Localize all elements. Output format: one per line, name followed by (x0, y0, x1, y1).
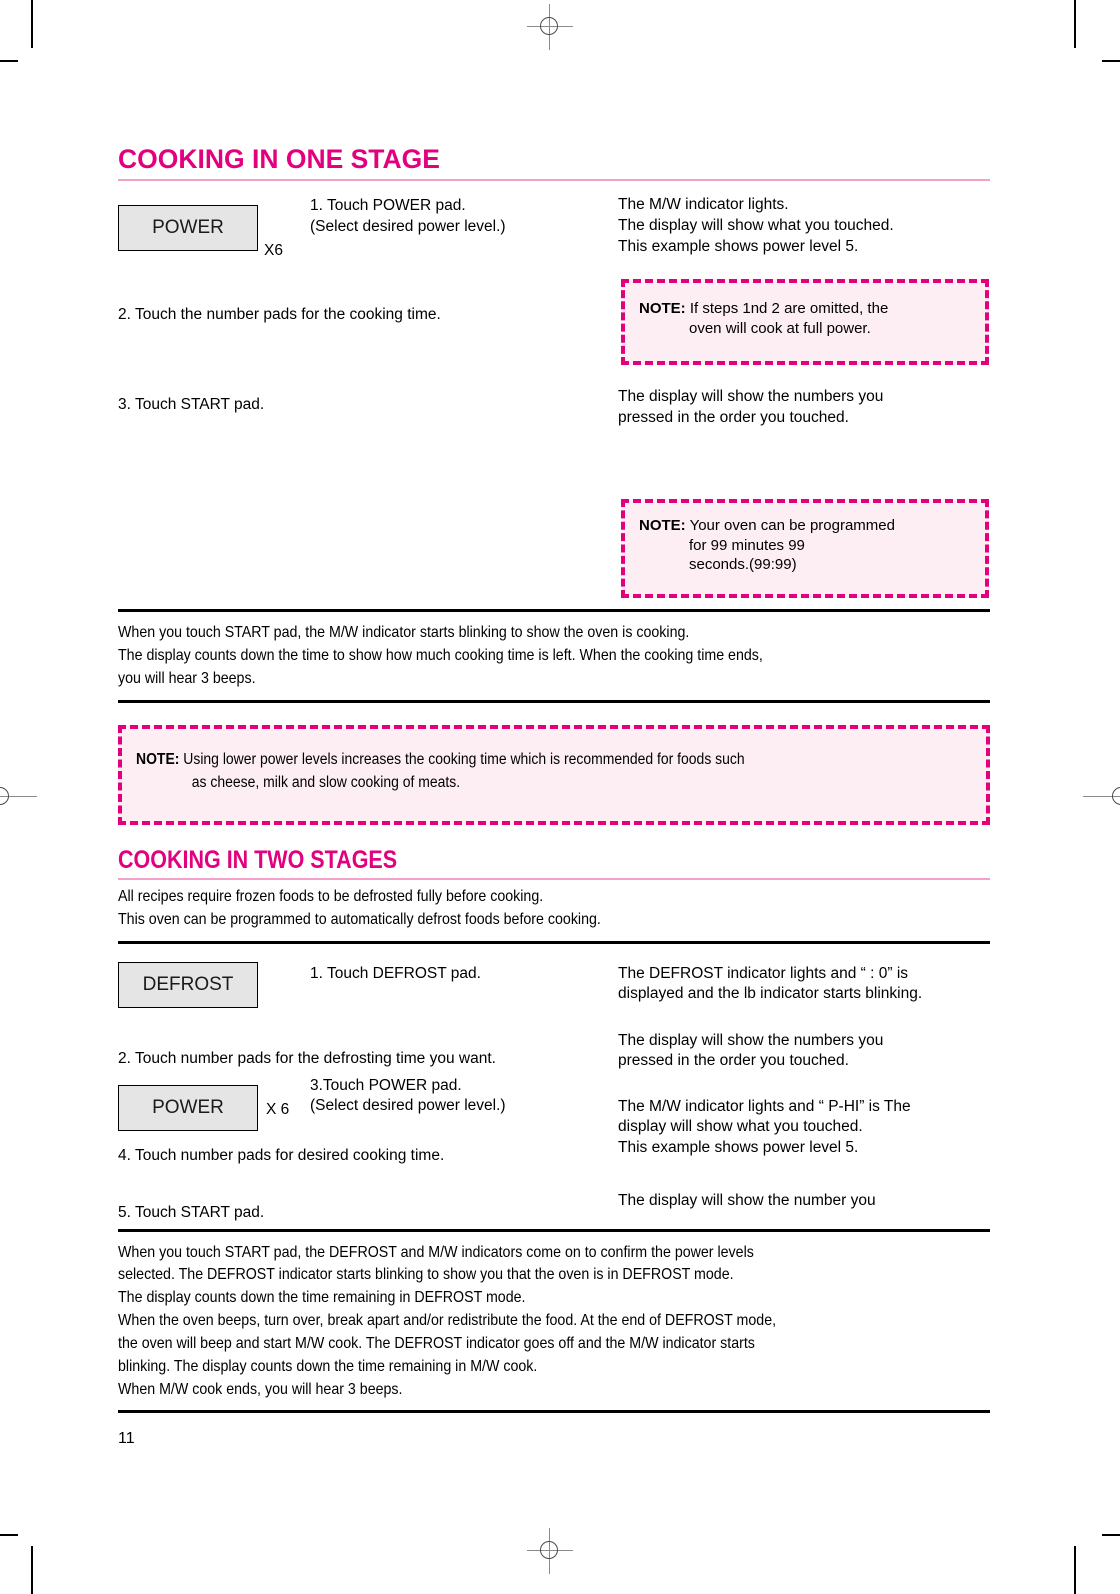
result-2-text-two: The display will show the numbers you pr… (618, 1031, 998, 1073)
result-1-text-one: The M/W indicator lights. The display wi… (618, 195, 993, 258)
note-3-label: NOTE: (136, 751, 180, 769)
section-two-heading: COOKING IN TWO STAGES (118, 846, 990, 880)
divider-above-summary-one (118, 608, 990, 612)
summary-two-line-6: blinking. The display counts down the ti… (118, 1357, 538, 1375)
intro-line-1: All recipes require frozen foods to be d… (118, 887, 544, 905)
result-1-two-line-2: displayed and the lb indicator starts bl… (618, 985, 923, 1003)
section-two-intro: All recipes require frozen foods to be d… (118, 886, 989, 932)
summary-one-line-3: you will hear 3 beeps. (118, 669, 256, 687)
summary-two-line-4: When the oven beeps, turn over, break ap… (118, 1312, 777, 1330)
note-3-line-2: as cheese, milk and slow cooking of meat… (191, 773, 461, 791)
result-1-line-1: The M/W indicator lights. (618, 195, 789, 213)
section-one-heading: COOKING IN ONE STAGE (118, 144, 990, 181)
power-pad-button-two[interactable]: POWER (118, 1084, 258, 1131)
result-2-text-one: The display will show the numbers you pr… (618, 387, 993, 429)
note-3-line-1: NOTE: Using lower power levels increases… (136, 749, 969, 771)
note-box-lower-power-levels: NOTE: Using lower power levels increases… (118, 725, 990, 826)
result-2-two-line-1: The display will show the numbers you (618, 1031, 884, 1049)
note-1-label: NOTE: (639, 299, 686, 317)
divider-above-steps-two (118, 940, 990, 944)
note-1-line-2: oven will cook at full power. (689, 319, 871, 337)
power-pad-label: POWER (118, 204, 258, 251)
registration-mark-left-middle (0, 774, 46, 820)
section-two-title: COOKING IN TWO STAGES (118, 846, 398, 875)
step-2-text-one: 2. Touch the number pads for the cooking… (118, 305, 441, 323)
divider-below-summary-one (118, 700, 990, 704)
crop-mark-bottom-left-vertical (31, 1546, 33, 1594)
result-4-text-two: The display will show the number you (618, 1191, 876, 1209)
step-3-line-1: 3.Touch POWER pad. (310, 1076, 462, 1094)
summary-two-line-1: When you touch START pad, the DEFROST an… (118, 1243, 754, 1261)
note-2-label: NOTE: (639, 516, 686, 534)
note-3-text: Using lower power levels increases the c… (179, 751, 745, 769)
result-2-two-line-2: pressed in the order you touched. (618, 1052, 849, 1070)
registration-mark-bottom-center (527, 1528, 573, 1574)
crop-mark-top-right-horizontal (1102, 60, 1120, 62)
page-number: 11 (118, 1430, 135, 1447)
power-pad-label-two: POWER (118, 1084, 258, 1131)
divider-above-summary-two (118, 1228, 990, 1232)
section-two-heading-rule (118, 877, 990, 880)
power-pad-button-one[interactable]: POWER (118, 204, 258, 251)
note-box-max-time: NOTE: Your oven can be programmed for 99… (621, 498, 989, 598)
summary-one-line-2: The display counts down the time to show… (118, 646, 763, 664)
power-pad-multiplier-two: X 6 (266, 1100, 290, 1118)
power-pad-multiplier-one: X6 (264, 241, 283, 259)
result-1-line-3: This example shows power level 5. (618, 237, 859, 255)
summary-two-line-2: selected. The DEFROST indicator starts b… (118, 1266, 734, 1284)
crop-mark-top-right-vertical (1074, 0, 1076, 48)
crop-mark-top-left-vertical (31, 0, 33, 48)
result-2-line-2: pressed in the order you touched. (618, 408, 849, 426)
note-1-line-1: NOTE: If steps 1nd 2 are omitted, the (639, 299, 975, 319)
summary-paragraph-two: When you touch START pad, the DEFROST an… (118, 1242, 989, 1402)
step-1-line-2: (Select desired power level.) (310, 217, 506, 235)
result-3-two-line-3: This example shows power level 5. (618, 1139, 859, 1157)
summary-paragraph-one: When you touch START pad, the M/W indica… (118, 622, 989, 691)
note-1-text: If steps 1nd 2 are omitted, the (685, 299, 889, 317)
summary-two-line-7: When M/W cook ends, you will hear 3 beep… (118, 1380, 403, 1398)
step-3-text-one: 3. Touch START pad. (118, 395, 265, 413)
result-2-line-1: The display will show the numbers you (618, 387, 884, 405)
defrost-pad-label: DEFROST (118, 961, 258, 1008)
crop-mark-bottom-right-vertical (1074, 1546, 1076, 1594)
note-2-line-3: seconds.(99:99) (689, 556, 797, 574)
document-page: COOKING IN ONE STAGE POWER X6 1. Touch P… (0, 0, 1120, 1594)
section-one-title: COOKING IN ONE STAGE (118, 144, 440, 174)
crop-mark-bottom-right-horizontal (1102, 1534, 1120, 1536)
step-1-text-two: 1. Touch DEFROST pad. (310, 964, 481, 982)
step-5-text-two: 5. Touch START pad. (118, 1203, 265, 1221)
result-3-text-two: The M/W indicator lights and “ P-HI” is … (618, 1097, 998, 1160)
step-4-text-two: 4. Touch number pads for desired cooking… (118, 1146, 445, 1164)
registration-mark-top-center (527, 4, 573, 50)
note-2-line-1: NOTE: Your oven can be programmed (639, 516, 975, 536)
step-1-line-1: 1. Touch POWER pad. (310, 196, 466, 214)
intro-line-2: This oven can be programmed to automatic… (118, 910, 601, 928)
result-3-two-line-1: The M/W indicator lights and “ P-HI” is … (618, 1097, 911, 1115)
note-box-full-power: NOTE: If steps 1nd 2 are omitted, the ov… (621, 278, 989, 365)
summary-one-line-1: When you touch START pad, the M/W indica… (118, 623, 690, 641)
result-3-two-line-2: display will show what you touched. (618, 1118, 863, 1136)
section-one-steps: POWER X6 1. Touch POWER pad. (Select des… (118, 195, 990, 605)
note-2-line-2: for 99 minutes 99 (689, 536, 805, 554)
step-3-line-2: (Select desired power level.) (310, 1097, 506, 1115)
defrost-pad-button[interactable]: DEFROST (118, 961, 258, 1008)
section-one-heading-rule (118, 178, 990, 181)
note-2-text: Your oven can be programmed (685, 516, 895, 534)
result-1-line-2: The display will show what you touched. (618, 216, 894, 234)
registration-mark-right-middle (1074, 774, 1120, 820)
result-1-text-two: The DEFROST indicator lights and “ : 0” … (618, 964, 998, 1006)
section-two-steps: DEFROST 1. Touch DEFROST pad. 2. Touch n… (118, 954, 990, 1221)
step-2-text-two: 2. Touch number pads for the defrosting … (118, 1049, 496, 1067)
crop-mark-top-left-horizontal (0, 60, 18, 62)
result-1-two-line-1: The DEFROST indicator lights and “ : 0” … (618, 964, 909, 982)
page-content: COOKING IN ONE STAGE POWER X6 1. Touch P… (118, 144, 990, 1413)
note-3-body: NOTE: Using lower power levels increases… (136, 749, 969, 794)
summary-two-line-5: the oven will beep and start M/W cook. T… (118, 1335, 755, 1353)
summary-two-line-3: The display counts down the time remaini… (118, 1289, 526, 1307)
crop-mark-bottom-left-horizontal (0, 1534, 18, 1536)
divider-footer (118, 1409, 990, 1413)
step-3-text-two: 3.Touch POWER pad. (Select desired power… (310, 1076, 610, 1118)
step-1-text-one: 1. Touch POWER pad. (Select desired powe… (310, 196, 610, 238)
